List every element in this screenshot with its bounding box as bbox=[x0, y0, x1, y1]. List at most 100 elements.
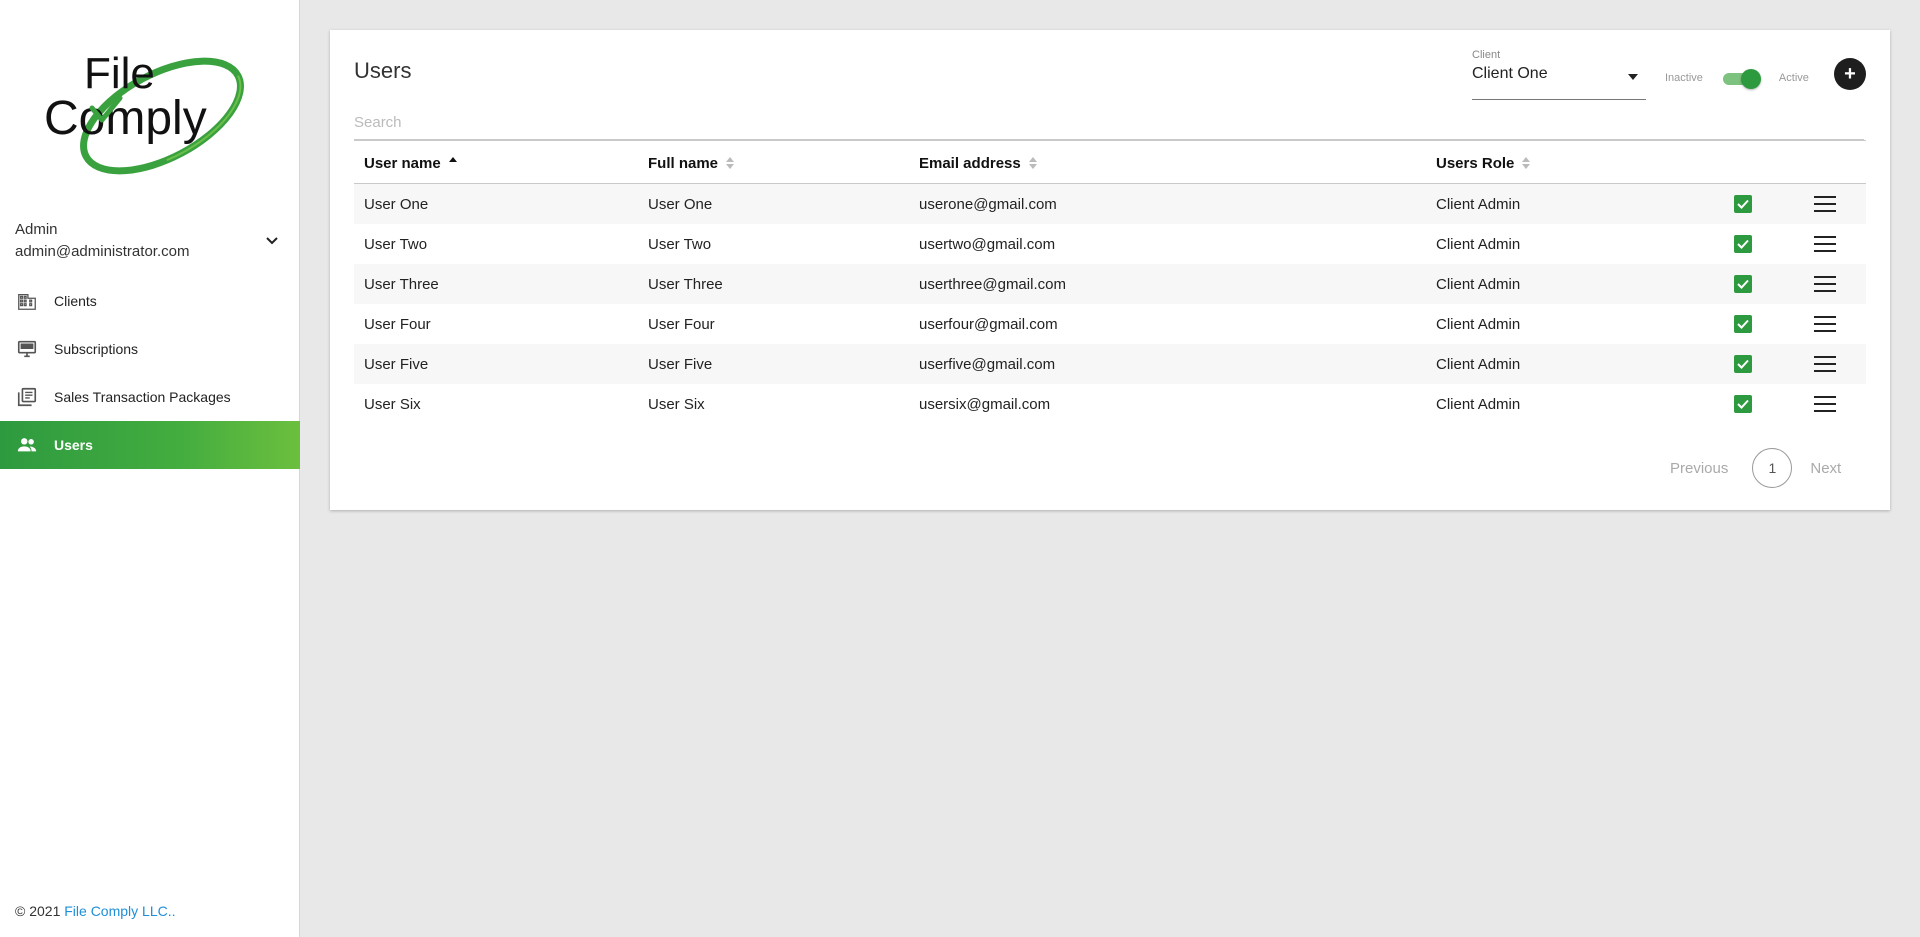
logo-graphic: File Comply bbox=[44, 49, 244, 175]
cell-email: userthree@gmail.com bbox=[919, 275, 1066, 293]
check-icon bbox=[1737, 359, 1749, 369]
active-checkbox[interactable] bbox=[1734, 235, 1752, 253]
column-header-full-name[interactable]: Full name bbox=[648, 141, 735, 185]
footer: © 2021 File Comply LLC.. bbox=[15, 903, 176, 919]
toggle-active-label: Active bbox=[1778, 72, 1809, 84]
client-select[interactable]: Client Client One bbox=[1472, 48, 1646, 100]
people-icon bbox=[15, 433, 39, 457]
column-label: Users Role bbox=[1436, 154, 1515, 172]
cell-user-name: User Six bbox=[364, 395, 421, 413]
logo-line1: File bbox=[84, 49, 155, 98]
copyright-text: © 2021 bbox=[15, 903, 61, 919]
cell-full-name: User Three bbox=[648, 275, 723, 293]
chevron-down-icon[interactable] bbox=[264, 233, 280, 249]
cell-role: Client Admin bbox=[1436, 275, 1521, 293]
sidebar-item-sales-transaction-packages[interactable]: Sales Transaction Packages bbox=[0, 373, 300, 421]
sidebar-item-users[interactable]: Users bbox=[0, 421, 300, 469]
cell-email: userfive@gmail.com bbox=[919, 355, 1056, 373]
table-row: User Five User Five userfive@gmail.com C… bbox=[354, 344, 1866, 384]
toggle-inactive-label: Inactive bbox=[1665, 72, 1703, 84]
cell-role: Client Admin bbox=[1436, 315, 1521, 333]
active-toggle-group: Inactive Active bbox=[1665, 66, 1809, 90]
check-icon bbox=[1737, 199, 1749, 209]
building-icon bbox=[15, 289, 39, 313]
sidebar-item-label: Clients bbox=[54, 293, 97, 309]
cell-email: usersix@gmail.com bbox=[919, 395, 1051, 413]
search-input[interactable] bbox=[354, 106, 1864, 140]
active-checkbox[interactable] bbox=[1734, 355, 1752, 373]
cell-full-name: User Four bbox=[648, 315, 715, 333]
sort-icon bbox=[726, 157, 735, 169]
sort-icon bbox=[1522, 157, 1531, 169]
column-header-users-role[interactable]: Users Role bbox=[1436, 141, 1531, 185]
client-select-value: Client One bbox=[1472, 65, 1548, 82]
cell-full-name: User Five bbox=[648, 355, 713, 373]
library-icon bbox=[15, 385, 39, 409]
active-checkbox[interactable] bbox=[1734, 315, 1752, 333]
active-checkbox[interactable] bbox=[1734, 275, 1752, 293]
row-menu-icon[interactable] bbox=[1814, 196, 1836, 212]
column-header-user-name[interactable]: User name bbox=[364, 141, 457, 185]
monitor-icon bbox=[15, 337, 39, 361]
cell-role: Client Admin bbox=[1436, 395, 1521, 413]
active-checkbox[interactable] bbox=[1734, 195, 1752, 213]
logo-line2: Comply bbox=[44, 92, 207, 145]
users-table: User name Full name Email address Users … bbox=[354, 140, 1866, 424]
cell-user-name: User Five bbox=[364, 355, 429, 373]
cell-full-name: User One bbox=[648, 195, 713, 213]
cell-role: Client Admin bbox=[1436, 355, 1521, 373]
row-menu-icon[interactable] bbox=[1814, 316, 1836, 332]
column-label: Email address bbox=[919, 154, 1021, 172]
cell-email: userone@gmail.com bbox=[919, 195, 1057, 213]
sidebar-item-subscriptions[interactable]: Subscriptions bbox=[0, 325, 300, 373]
table-row: User Three User Three userthree@gmail.co… bbox=[354, 264, 1866, 304]
next-page-button[interactable]: Next bbox=[1810, 460, 1841, 477]
column-header-email-address[interactable]: Email address bbox=[919, 141, 1037, 185]
active-checkbox[interactable] bbox=[1734, 395, 1752, 413]
cell-user-name: User Two bbox=[364, 235, 428, 253]
cell-role: Client Admin bbox=[1436, 195, 1521, 213]
sidebar-item-label: Users bbox=[54, 437, 93, 453]
table-row: User Six User Six usersix@gmail.com Clie… bbox=[354, 384, 1866, 424]
sidebar-item-clients[interactable]: Clients bbox=[0, 277, 300, 325]
page-title: Users bbox=[354, 58, 412, 83]
sort-ascending-icon bbox=[448, 157, 457, 169]
pagination: Previous 1 Next bbox=[1670, 448, 1841, 488]
sidebar-item-label: Subscriptions bbox=[54, 341, 139, 357]
users-card: Users Client Client One Inactive Active … bbox=[330, 30, 1890, 510]
table-row: User Four User Four userfour@gmail.com C… bbox=[354, 304, 1866, 344]
row-menu-icon[interactable] bbox=[1814, 396, 1836, 412]
add-user-button[interactable]: + bbox=[1834, 58, 1866, 90]
cell-user-name: User Three bbox=[364, 275, 439, 293]
cell-user-name: User One bbox=[364, 195, 429, 213]
client-select-label: Client bbox=[1472, 49, 1501, 61]
check-icon bbox=[1737, 399, 1749, 409]
table-row: User Two User Two usertwo@gmail.com Clie… bbox=[354, 224, 1866, 264]
check-icon bbox=[1737, 279, 1749, 289]
row-menu-icon[interactable] bbox=[1814, 236, 1836, 252]
sort-icon bbox=[1028, 157, 1037, 169]
sidebar-item-label: Sales Transaction Packages bbox=[54, 389, 231, 405]
check-icon bbox=[1737, 319, 1749, 329]
cell-email: userfour@gmail.com bbox=[919, 315, 1058, 333]
account-name: Admin bbox=[15, 221, 58, 238]
sidebar: File Comply Admin admin@administrator.co… bbox=[0, 0, 300, 937]
account-email: admin@administrator.com bbox=[15, 243, 190, 260]
column-label: Full name bbox=[648, 154, 719, 172]
cell-user-name: User Four bbox=[364, 315, 431, 333]
caret-down-icon bbox=[1628, 74, 1638, 80]
row-menu-icon[interactable] bbox=[1814, 356, 1836, 372]
sidebar-nav: Clients Subscriptions Sales Transaction … bbox=[0, 277, 300, 469]
toggle-knob bbox=[1740, 69, 1761, 89]
previous-page-button[interactable]: Previous bbox=[1670, 460, 1728, 477]
company-link[interactable]: File Comply LLC.. bbox=[64, 903, 175, 919]
account-menu[interactable]: Admin admin@administrator.com bbox=[15, 219, 285, 263]
cell-full-name: User Six bbox=[648, 395, 705, 413]
table-header: User name Full name Email address Users … bbox=[354, 140, 1866, 184]
row-menu-icon[interactable] bbox=[1814, 276, 1836, 292]
file-comply-logo[interactable]: File Comply bbox=[44, 46, 256, 178]
cell-email: usertwo@gmail.com bbox=[919, 235, 1056, 253]
page-number-current[interactable]: 1 bbox=[1752, 448, 1793, 488]
active-toggle[interactable] bbox=[1721, 66, 1761, 90]
cell-role: Client Admin bbox=[1436, 235, 1521, 253]
